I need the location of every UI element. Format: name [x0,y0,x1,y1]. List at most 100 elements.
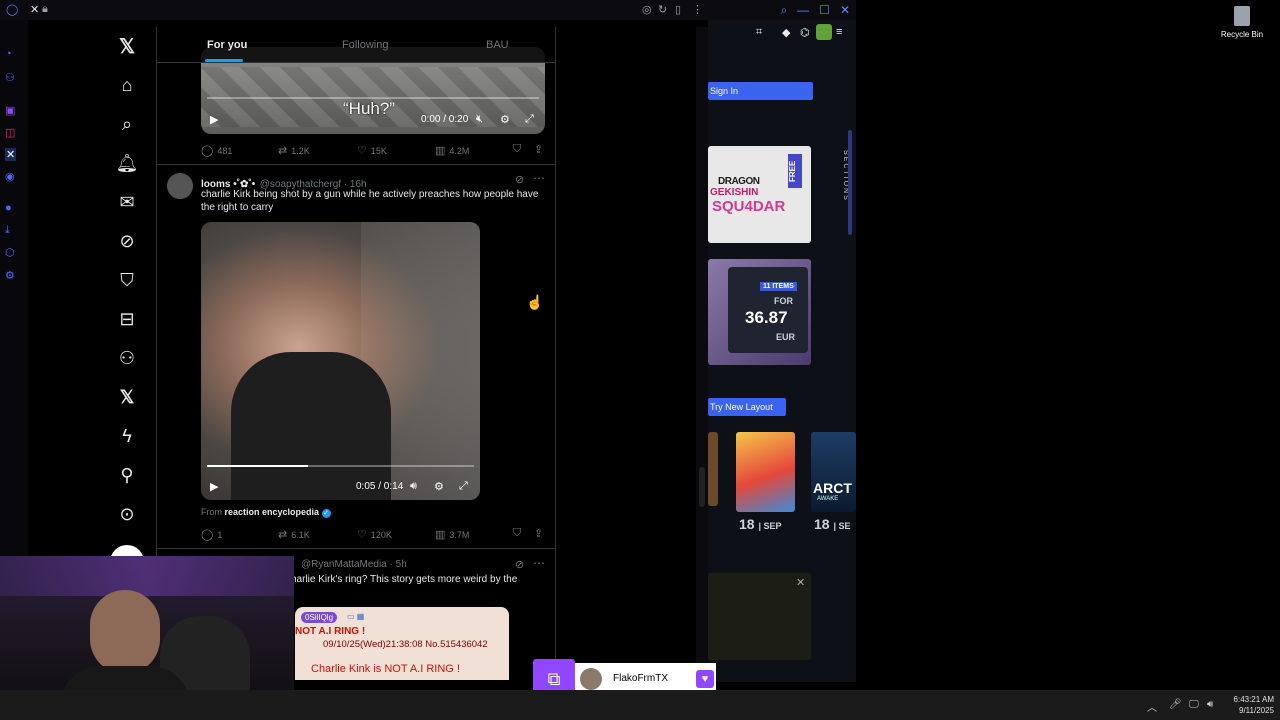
source-link[interactable]: reaction encyclopedia [225,507,320,517]
lock-icon: 🔒︎ [42,3,48,15]
ai-icon[interactable]: ⚇ [5,71,15,84]
player-icon[interactable]: ● [5,202,12,214]
post2-avatar[interactable] [167,173,193,199]
search-icon[interactable]: ⌕ [780,3,787,18]
snapshot-icon[interactable]: ▯ [675,3,681,16]
snap-icon[interactable]: ⌗ [756,26,762,39]
volume-icon[interactable]: 🔊︎ [1207,699,1213,710]
views-chart-icon: ▥ [435,529,446,541]
repost-button[interactable]: ⇄ 6.1K [278,528,310,541]
more-options-icon[interactable]: ⋮ [692,3,703,16]
bookmark-icon[interactable]: ⛉ [513,143,521,156]
avatar-extension-icon[interactable] [816,24,832,40]
opera-logo-icon[interactable]: ◯ [6,3,18,16]
post2-video[interactable]: ▶ 0:05 / 0:14 🔊︎ ⚙ ⤢ [201,222,480,500]
ad-card-partial[interactable] [708,432,718,506]
ad-card-bundle[interactable]: 11 ITEMS FOR 36.87 EUR [708,259,811,365]
sign-in-button[interactable]: Sign In [708,82,813,100]
clock[interactable]: 6:43:21 AM 9/11/2025 [1222,694,1274,716]
grok-icon[interactable]: ⊘ [114,228,140,254]
tab-following[interactable]: Following [342,39,388,51]
reply-button[interactable]: ◯ 1 [201,528,222,541]
discord-icon[interactable]: ◉ [5,170,15,183]
camera-icon[interactable]: ◎ [642,3,652,16]
post-divider [157,548,555,549]
x-logo-icon[interactable]: ✕ [30,3,39,16]
views-button[interactable]: ▥ 4.2M [435,144,469,157]
verified-orgs-bolt-icon[interactable]: ϟ [114,423,140,449]
jobs-briefcase-icon[interactable]: ⊟ [114,306,140,332]
share-icon[interactable]: ⇪ [534,527,543,540]
video-time: 0:00 / 0:20 [421,114,469,125]
play-icon[interactable]: ▶ [210,113,218,126]
more-circle-icon[interactable]: ⊙ [114,501,140,527]
aria-icon[interactable]: ◔ [5,48,12,60]
tab-for-you[interactable]: For you [207,39,247,51]
bookmarks-icon[interactable]: ⛉ [114,267,140,293]
more-options-icon[interactable]: ⋯ [533,556,545,570]
extension-icon[interactable]: ◆ [782,26,790,39]
close-ad-icon[interactable]: ✕ [796,576,805,589]
post-divider [157,164,555,165]
messages-envelope-icon[interactable]: ✉ [114,189,140,215]
profile-icon[interactable]: ⚲ [114,462,140,488]
active-tab-indicator [205,59,243,62]
bookmark-icon[interactable]: ⛉ [513,527,521,540]
views-chart-icon: ▥ [435,145,446,157]
post3-image[interactable]: 0SilIQlg ▭ ▦ NOT A.I RING ! 09/10/25(Wed… [295,607,509,680]
show-hidden-icons-icon[interactable]: ︿ [1147,699,1157,714]
download-icon[interactable]: ⤓ [5,224,10,237]
scrollbar-thumb[interactable] [699,467,705,507]
reply-button[interactable]: ◯ 481 [201,144,232,157]
ad-card-game2[interactable]: ARCT AWAKE [811,432,856,512]
mute-icon[interactable]: 🔇︎ [476,113,483,126]
twitch-icon[interactable]: ▣ [5,104,15,117]
instagram-icon[interactable]: ◫ [5,126,15,139]
share-icon[interactable]: ⇪ [534,143,543,156]
reload-icon[interactable]: ↻ [658,3,667,16]
close-icon[interactable]: ✕ [840,3,850,17]
page-scrollbar[interactable] [696,27,708,682]
minimize-icon[interactable]: — [797,3,809,17]
repost-button[interactable]: ⇄ 1.2K [278,144,310,157]
try-new-layout-button[interactable]: Try New Layout [708,398,786,416]
heart-icon: ♡ [357,529,367,541]
maximize-icon[interactable]: ☐ [819,3,830,17]
microphone-icon[interactable]: 🎤︎ [1169,699,1182,710]
puzzle-icon[interactable]: ⌬ [800,26,810,39]
network-icon[interactable]: 🖵︎ [1189,699,1199,710]
ad-card-game1[interactable] [736,432,795,512]
x-sidebar-icon[interactable]: ✕ [5,148,17,161]
settings-icon[interactable]: ⚙ [5,269,15,282]
home-icon[interactable]: ⌂ [114,72,140,98]
ad-card-dragon[interactable]: DRAGON GEKISHIN SQU4DAR FREE [708,146,811,243]
premium-x-icon[interactable]: 𝕏 [114,384,140,410]
video-progress-bar[interactable] [207,97,539,99]
menu-icon[interactable]: ≡ [836,26,842,38]
notifications-bell-icon[interactable]: 🔔︎ [114,150,140,176]
like-button[interactable]: ♡ 120K [357,528,392,541]
fullscreen-icon[interactable]: ⤢ [459,480,468,493]
views-button[interactable]: ▥ 3.7M [435,528,469,541]
video-settings-icon[interactable]: ⚙ [434,480,444,493]
explore-search-icon[interactable]: ⌕ [114,111,140,137]
tab-bau[interactable]: BAU [486,39,509,51]
image-meta: 09/10/25(Wed)21:38:08 No.515436042 [323,639,488,650]
play-icon[interactable]: ▶ [210,480,218,493]
video-settings-icon[interactable]: ⚙ [500,113,510,126]
more-options-icon[interactable]: ⋯ [533,171,545,185]
like-button[interactable]: ♡ 15K [357,144,387,157]
bundle-price: 36.87 [745,308,788,327]
post3-handle[interactable]: @RyanMattaMedia · 5h [301,559,407,570]
grok-post-icon[interactable]: ⊘ [515,173,524,186]
communities-icon[interactable]: ⚇ [114,345,140,371]
grok-post-icon[interactable]: ⊘ [515,558,524,571]
video-progress-bar[interactable] [207,465,474,467]
x-home-logo-icon[interactable]: 𝕏 [114,33,140,59]
recycle-bin[interactable]: Recycle Bin [1214,6,1270,39]
sections-scroll[interactable] [848,130,852,235]
history-icon[interactable]: ⬡ [5,246,15,259]
browser-titlebar: ◯ ✕ 🔒︎ ◎ ↻ ▯ ⋮ ⌕ — ☐ ✕ [0,0,856,20]
fullscreen-icon[interactable]: ⤢ [525,113,534,126]
volume-icon[interactable]: 🔊︎ [410,480,417,493]
